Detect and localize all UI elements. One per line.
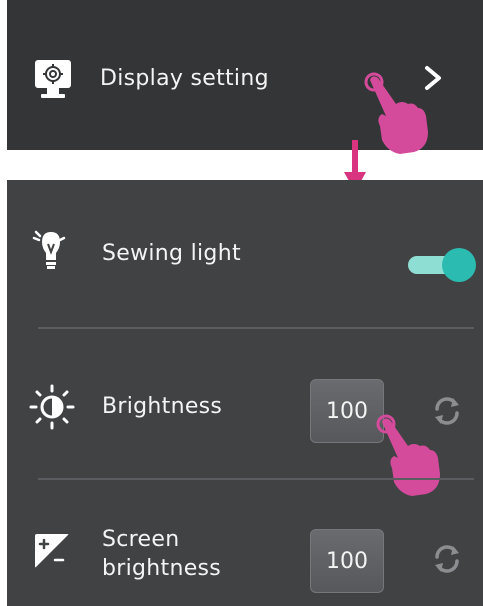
sewing-light-label: Sewing light xyxy=(102,241,241,266)
display-setting-label: Display setting xyxy=(100,66,269,91)
screen-brightness-value-box[interactable]: 100 xyxy=(310,529,384,593)
light-bulb-icon xyxy=(32,230,66,269)
screen-brightness-label-line1: Screen xyxy=(102,527,180,552)
divider xyxy=(38,327,474,329)
reset-icon[interactable] xyxy=(431,543,463,575)
divider xyxy=(38,478,474,480)
monitor-gear-icon xyxy=(35,60,71,98)
toggle-knob xyxy=(442,248,476,282)
display-settings-panel xyxy=(7,180,483,606)
screen-brightness-label-line2: brightness xyxy=(102,556,222,581)
sewing-light-toggle[interactable] xyxy=(408,248,476,282)
screen-contrast-icon xyxy=(35,534,69,568)
pointing-hand-icon xyxy=(376,414,440,496)
brightness-label: Brightness xyxy=(102,394,223,419)
brightness-sun-icon xyxy=(29,384,75,430)
pointing-hand-icon xyxy=(364,72,428,154)
brightness-value-box[interactable]: 100 xyxy=(310,379,384,443)
